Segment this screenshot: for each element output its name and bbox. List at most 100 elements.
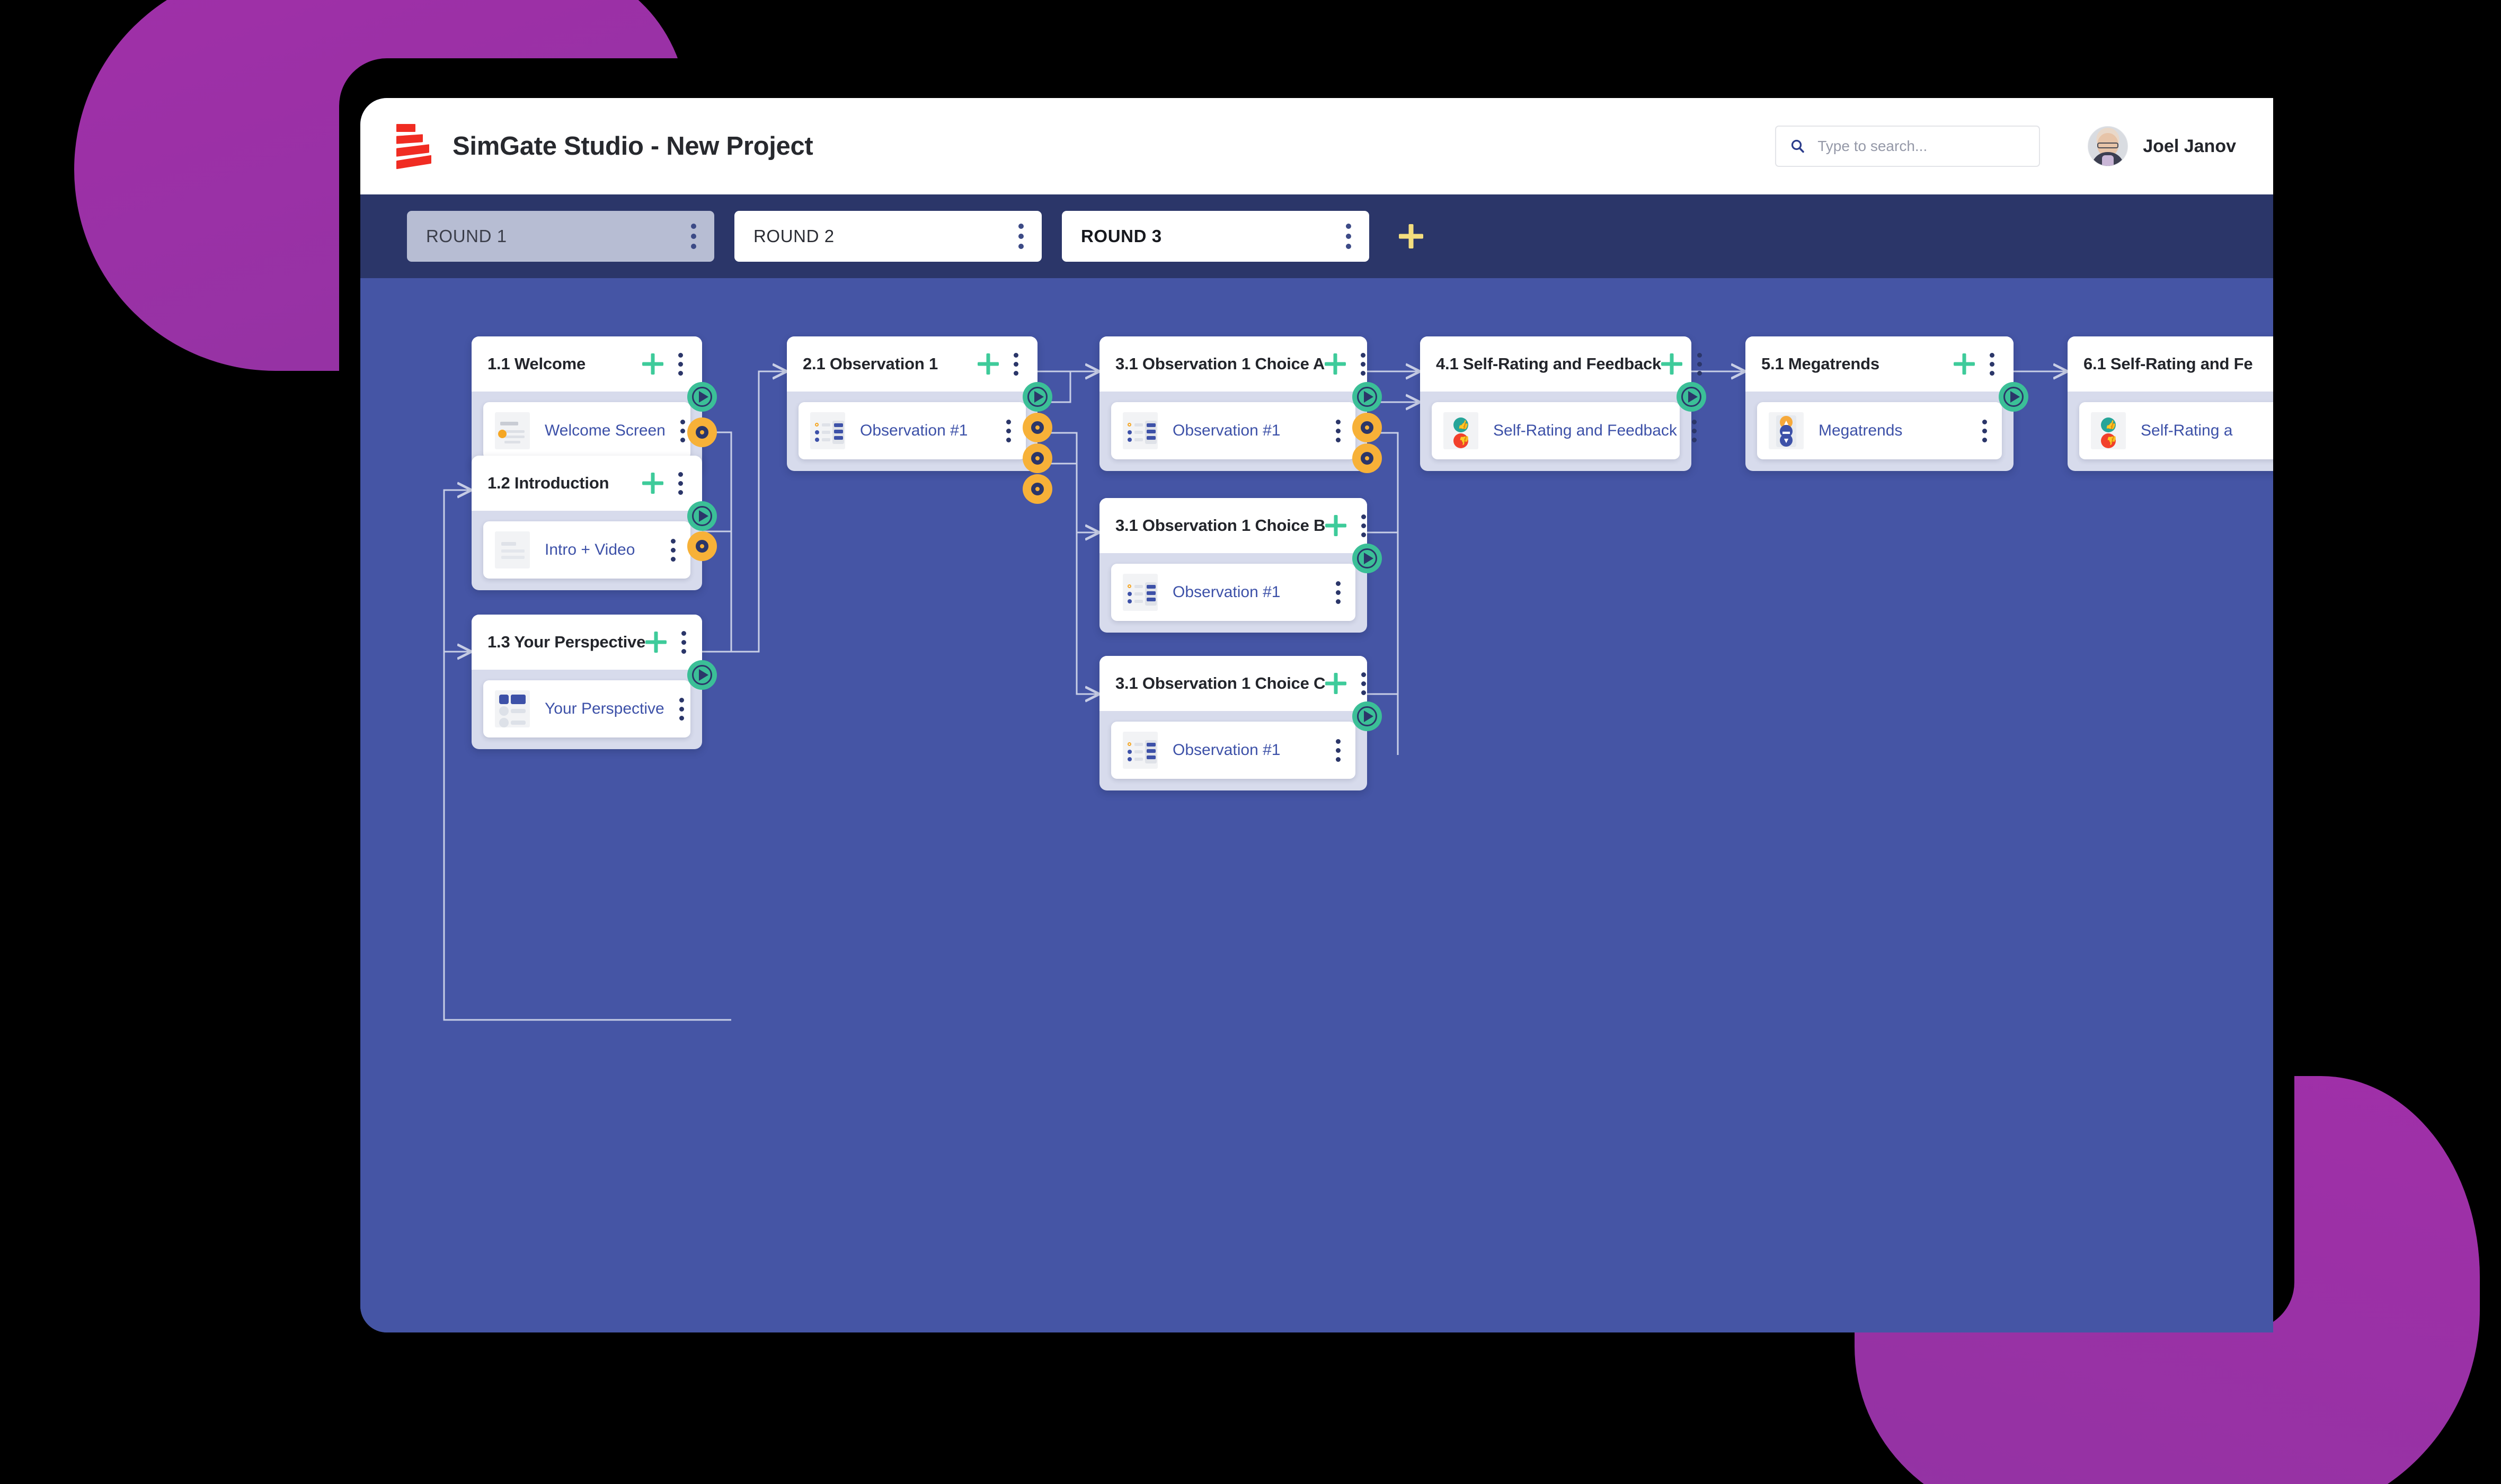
play-port-icon[interactable] [687,660,717,690]
flow-canvas[interactable]: 1.1 Welcome Welcome Screen 1.2 Introduct… [360,278,2273,1332]
kebab-menu-icon[interactable] [678,472,683,495]
welcome-screen-icon [495,412,530,449]
stage-body: Intro + Video [472,511,702,579]
stage-title: 1.3 Your Perspective [487,633,646,651]
stage-card[interactable]: 6.1 Self-Rating and Fe 👍 👎 Self-Rating a [2068,336,2273,471]
tab-round-3[interactable]: ROUND 3 [1062,211,1369,262]
stage-card[interactable]: 2.1 Observation 1 Observation #1 [787,336,1052,504]
list-item[interactable]: ▲ ▬ ▼ Megatrends [1757,402,2002,459]
play-port-icon[interactable] [1023,382,1052,412]
list-item[interactable]: Observation #1 [1111,402,1355,459]
kebab-menu-icon[interactable] [1691,419,1697,442]
stage-card[interactable]: 1.3 Your Perspective Your Perspective [472,615,717,749]
stage-body: ▲ ▬ ▼ Megatrends [1745,392,2014,459]
play-port-icon[interactable] [1677,382,1706,412]
stage-title: 3.1 Observation 1 Choice A [1115,354,1325,373]
stage-header: 1.3 Your Perspective [472,615,702,670]
gear-port-icon[interactable] [687,531,717,561]
kebab-menu-icon[interactable] [1006,419,1011,442]
gear-port-icon[interactable] [1352,443,1382,473]
kebab-menu-icon[interactable] [1982,419,1987,442]
stage-body: Observation #1 [1099,711,1367,779]
search-input[interactable]: Type to search... [1817,138,1927,155]
kebab-menu-icon[interactable] [1336,581,1341,604]
kebab-menu-icon[interactable] [1014,352,1018,376]
user-menu[interactable]: Joel Janov [2088,126,2236,166]
stage-card[interactable]: 3.1 Observation 1 Choice A Observation #… [1099,336,1382,473]
gear-port-icon[interactable] [687,417,717,447]
list-item-label: Observation #1 [1173,741,1281,759]
play-port-icon[interactable] [1999,382,2028,412]
stage-card[interactable]: 1.2 Introduction Intro + Video [472,456,717,590]
list-item-label: Megatrends [1819,422,1903,439]
stage-card[interactable]: 1.1 Welcome Welcome Screen [472,336,717,471]
stage-header: 3.1 Observation 1 Choice C [1099,656,1367,711]
stage-title: 6.1 Self-Rating and Fe [2083,354,2253,373]
user-name: Joel Janov [2143,136,2236,156]
kebab-menu-icon[interactable] [679,697,684,721]
stage-card[interactable]: 5.1 Megatrends ▲ ▬ ▼ Megatrends [1745,336,2028,471]
add-round-button[interactable] [1397,222,1425,251]
add-item-button[interactable] [642,353,663,375]
play-port-icon[interactable] [1352,701,1382,731]
list-item[interactable]: Observation #1 [799,402,1026,459]
list-item[interactable]: 👍 👎 Self-Rating a [2079,402,2273,459]
stage-title: 4.1 Self-Rating and Feedback [1436,354,1662,373]
kebab-menu-icon[interactable] [1018,224,1024,249]
add-item-button[interactable] [1325,353,1346,375]
kebab-menu-icon[interactable] [1336,739,1341,762]
list-item[interactable]: Observation #1 [1111,722,1355,779]
list-item-label: Welcome Screen [545,422,666,439]
self-rating-icon: 👍 👎 [2091,412,2126,449]
kebab-menu-icon[interactable] [691,224,696,249]
gear-port-icon[interactable] [1352,413,1382,442]
list-item-label: Observation #1 [1173,422,1281,439]
kebab-menu-icon[interactable] [671,538,676,562]
stage-title: 2.1 Observation 1 [803,354,938,373]
stage-card[interactable]: 3.1 Observation 1 Choice B Observation #… [1099,498,1382,633]
kebab-menu-icon[interactable] [678,352,683,376]
add-item-button[interactable] [1325,673,1346,694]
gear-port-icon[interactable] [1023,474,1052,504]
play-port-icon[interactable] [687,382,717,412]
add-item-button[interactable] [978,353,999,375]
avatar [2088,126,2128,166]
page-title: SimGate Studio - New Project [453,132,813,161]
add-item-button[interactable] [1325,515,1346,536]
list-item[interactable]: Observation #1 [1111,564,1355,621]
intro-video-icon [495,531,530,568]
add-item-button[interactable] [642,473,663,494]
tab-round-2[interactable]: ROUND 2 [734,211,1042,262]
stage-title: 1.1 Welcome [487,354,586,373]
kebab-menu-icon[interactable] [1346,224,1351,249]
add-item-button[interactable] [645,632,667,653]
gear-port-icon[interactable] [1023,413,1052,442]
tab-round-1[interactable]: ROUND 1 [407,211,714,262]
kebab-menu-icon[interactable] [1990,352,1994,376]
kebab-menu-icon[interactable] [680,419,685,442]
add-item-button[interactable] [1954,353,1975,375]
your-perspective-icon [495,690,530,727]
tab-round-3-label: ROUND 3 [1081,226,1162,246]
stage-card[interactable]: 3.1 Observation 1 Choice C Observation #… [1099,656,1382,790]
gear-port-icon[interactable] [1023,443,1052,473]
list-item[interactable]: 👍 👎 Self-Rating and Feedback [1432,402,1697,459]
kebab-menu-icon[interactable] [1361,514,1367,537]
add-item-button[interactable] [1661,353,1682,375]
kebab-menu-icon[interactable] [1361,672,1367,695]
search-box[interactable]: Type to search... [1775,126,2041,167]
play-port-icon[interactable] [687,501,717,531]
list-item[interactable]: Intro + Video [483,521,690,579]
play-port-icon[interactable] [1352,382,1382,412]
list-item[interactable]: Your Perspective [483,680,690,737]
kebab-menu-icon[interactable] [1697,352,1702,376]
observation-list-icon [1123,574,1158,611]
header-right: Type to search... Joel Janov [1775,126,2236,167]
kebab-menu-icon[interactable] [681,630,687,654]
kebab-menu-icon[interactable] [1336,419,1341,442]
kebab-menu-icon[interactable] [1361,352,1366,376]
play-port-icon[interactable] [1352,544,1382,573]
stage-title: 3.1 Observation 1 Choice C [1115,674,1326,692]
list-item[interactable]: Welcome Screen [483,402,690,459]
stage-card[interactable]: 4.1 Self-Rating and Feedback 👍 👎 Self-Rat… [1420,336,1706,471]
